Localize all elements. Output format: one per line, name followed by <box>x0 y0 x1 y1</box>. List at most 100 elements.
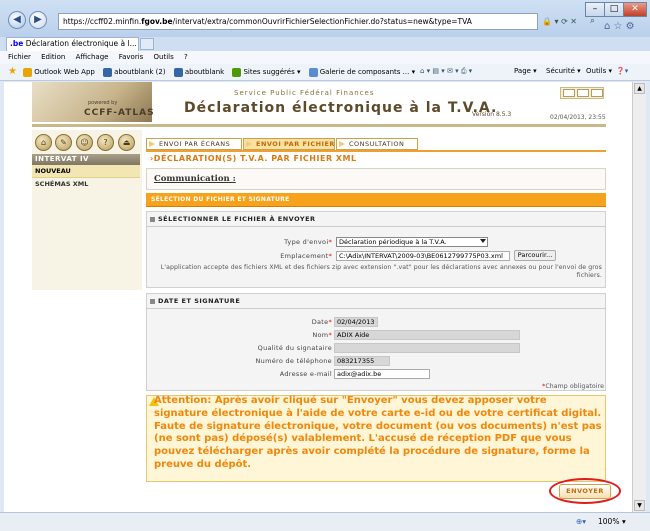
zoom-icon[interactable]: ⊕▾ <box>576 513 586 530</box>
minimize-button[interactable]: – <box>585 2 605 17</box>
tab-envoi-par-ecrans[interactable]: ENVOI PAR ÉCRANS <box>146 138 242 150</box>
type-envoi-select[interactable]: Déclaration périodique à la T.V.A. <box>336 237 488 247</box>
tools-icon[interactable]: ✎ <box>55 134 72 151</box>
help-round-icon[interactable]: ? <box>97 134 114 151</box>
address-bar[interactable]: https://ccff02.minfin.fgov.be/intervat/e… <box>58 13 538 30</box>
status-bar: ⊕▾ 100% ▾ <box>0 512 650 531</box>
required-note: *Champ obligatoire <box>542 383 604 390</box>
selection-band: SÉLECTION DU FICHIER ET SIGNATURE <box>146 193 606 207</box>
zoom-level[interactable]: 100% <box>598 513 619 530</box>
back-button[interactable]: ◀ <box>8 11 26 29</box>
divider <box>146 308 606 309</box>
favorites-bar: ★ Outlook Web App aboutblank (2) aboutbl… <box>0 64 650 81</box>
fav-sites-suggeres[interactable]: Sites suggérés ▾ <box>232 67 300 77</box>
tab-title: Déclaration électronique à l... <box>25 39 137 48</box>
qualite-field[interactable] <box>334 343 520 353</box>
menu-fichier[interactable]: Fichier <box>8 53 31 61</box>
tab-arrow-icon <box>246 141 252 147</box>
menu-outils[interactable]: Outils <box>154 53 174 61</box>
date-label: Date* <box>311 318 332 326</box>
divider <box>146 226 606 227</box>
datetime-label: 02/04/2013, 23:55 <box>550 114 606 121</box>
user-icon[interactable]: ☺ <box>76 134 93 151</box>
bullet-icon <box>150 216 155 222</box>
emplacement-field[interactable]: C:\Adix\INTERVAT\2009-03\BE0612799775P03… <box>336 251 510 261</box>
vertical-scrollbar[interactable]: ▲ ▼ <box>632 82 646 512</box>
bullet-icon <box>150 298 155 304</box>
scroll-up-icon[interactable]: ▲ <box>634 83 645 94</box>
home-icon[interactable]: ⌂ <box>35 134 52 151</box>
tab-arrow-icon <box>149 141 155 147</box>
file-section-title: SÉLECTIONNER LE FICHIER À ENVOYER <box>150 215 316 223</box>
signature-section-title: DATE ET SIGNATURE <box>150 297 240 305</box>
communication-label: Communication : <box>154 174 236 184</box>
chevron-down-icon <box>480 239 486 243</box>
layout-icon[interactable] <box>591 89 603 97</box>
tab-arrow-icon <box>339 141 345 147</box>
qualite-label: Qualité du signataire <box>257 344 332 352</box>
sidebar-item-nouveau[interactable]: NOUVEAU <box>32 165 140 178</box>
home-fav-settings-icons[interactable]: ⌂ ☆ ⚙ <box>604 21 644 35</box>
fav-galerie[interactable]: Galerie de composants ... ▾ <box>308 67 415 77</box>
telephone-label: Numéro de téléphone <box>255 357 332 365</box>
securite-menu[interactable]: Sécurité ▾ <box>546 64 581 79</box>
address-domain: fgov.be <box>141 17 173 26</box>
fav-outlook[interactable]: Outlook Web App <box>23 67 95 77</box>
forward-button[interactable]: ▶ <box>29 11 47 29</box>
outils-menu[interactable]: Outils ▾ <box>586 64 612 79</box>
browser-tab[interactable]: .be Déclaration électronique à l... ✕ <box>6 37 139 51</box>
sidebar-section-intervat: INTERVAT IV <box>32 154 140 165</box>
menu-help[interactable]: ? <box>184 53 188 61</box>
menu-favoris[interactable]: Favoris <box>119 53 144 61</box>
file-help-text: L'application accepte des fichiers XML e… <box>160 264 602 279</box>
service-label: Service Public Fédéral Finances <box>234 89 375 97</box>
type-envoi-label: Type d'envoi* <box>284 238 332 246</box>
fav-aboutblank[interactable]: aboutblank <box>173 67 224 77</box>
sidebar-item-schemas-xml[interactable]: SCHÉMAS XML <box>32 178 140 191</box>
new-tab-button[interactable] <box>140 38 154 50</box>
scroll-down-icon[interactable]: ▼ <box>634 500 645 511</box>
version-label: Version 8.5.3 <box>472 111 512 118</box>
fav-aboutblank-2[interactable]: aboutblank (2) <box>103 67 166 77</box>
logo-powered: powered by <box>88 100 118 106</box>
ie-page-icon <box>173 67 183 77</box>
page-menu[interactable]: Page ▾ <box>514 64 537 79</box>
zoom-chevron-icon[interactable]: ▾ <box>622 513 626 530</box>
address-prefix: https://ccff02.minfin. <box>63 17 142 26</box>
outlook-icon <box>23 67 33 77</box>
help-icon[interactable]: ❓▾ <box>616 64 628 79</box>
emplacement-label: Emplacement* <box>280 252 332 260</box>
envoyer-button[interactable]: ENVOYER <box>559 484 611 499</box>
email-label: Adresse e-mail <box>279 370 332 378</box>
suggested-sites-icon <box>232 67 242 77</box>
close-window-button[interactable]: ✕ <box>623 2 647 17</box>
exit-icon[interactable]: ⏏ <box>118 134 135 151</box>
menu-affichage[interactable]: Affichage <box>76 53 109 61</box>
favorites-star-icon[interactable]: ★ <box>8 66 17 77</box>
menu-bar: Fichier Edition Affichage Favoris Outils… <box>0 51 650 64</box>
section-title: ›DÉCLARATION(S) T.V.A. PAR FICHIER XML <box>146 150 606 165</box>
layout-icon[interactable] <box>563 89 575 97</box>
date-field[interactable]: 02/04/2013 <box>334 317 378 327</box>
ie-page-icon <box>103 67 113 77</box>
warning-text: Attention: Après avoir cliqué sur "Envoy… <box>154 395 602 470</box>
logo-text: CCFF-ATLAS <box>84 108 155 118</box>
gallery-icon <box>308 67 318 77</box>
telephone-field[interactable]: 083217355 <box>334 356 390 366</box>
page-viewport: powered by CCFF-ATLAS Service Public Féd… <box>4 82 632 512</box>
maximize-button[interactable]: □ <box>604 2 624 17</box>
address-tools[interactable]: 🔒 ▾ ⟳ ✕ <box>542 14 582 29</box>
menu-edition[interactable]: Edition <box>41 53 65 61</box>
nom-field[interactable]: ADIX Aide <box>334 330 520 340</box>
email-field[interactable]: adix@adix.be <box>334 369 430 379</box>
tab-consultation[interactable]: CONSULTATION <box>336 138 418 150</box>
layout-icon[interactable] <box>577 89 589 97</box>
toolbar-icons[interactable]: ⌂ ▾ ▤ ▾ ✉ ▾ ⎙ ▾ <box>420 64 472 79</box>
nom-label: Nom* <box>312 331 332 339</box>
browse-button[interactable]: Parcourir... <box>514 250 556 261</box>
tab-envoi-par-fichier[interactable]: ENVOI PAR FICHIER <box>243 138 335 150</box>
header-divider <box>32 124 606 127</box>
page-title: Déclaration électronique à la T.V.A. <box>184 100 498 116</box>
layout-switcher[interactable] <box>560 87 604 99</box>
address-path: /intervat/extra/commonOuvrirFichierSelec… <box>172 17 472 26</box>
